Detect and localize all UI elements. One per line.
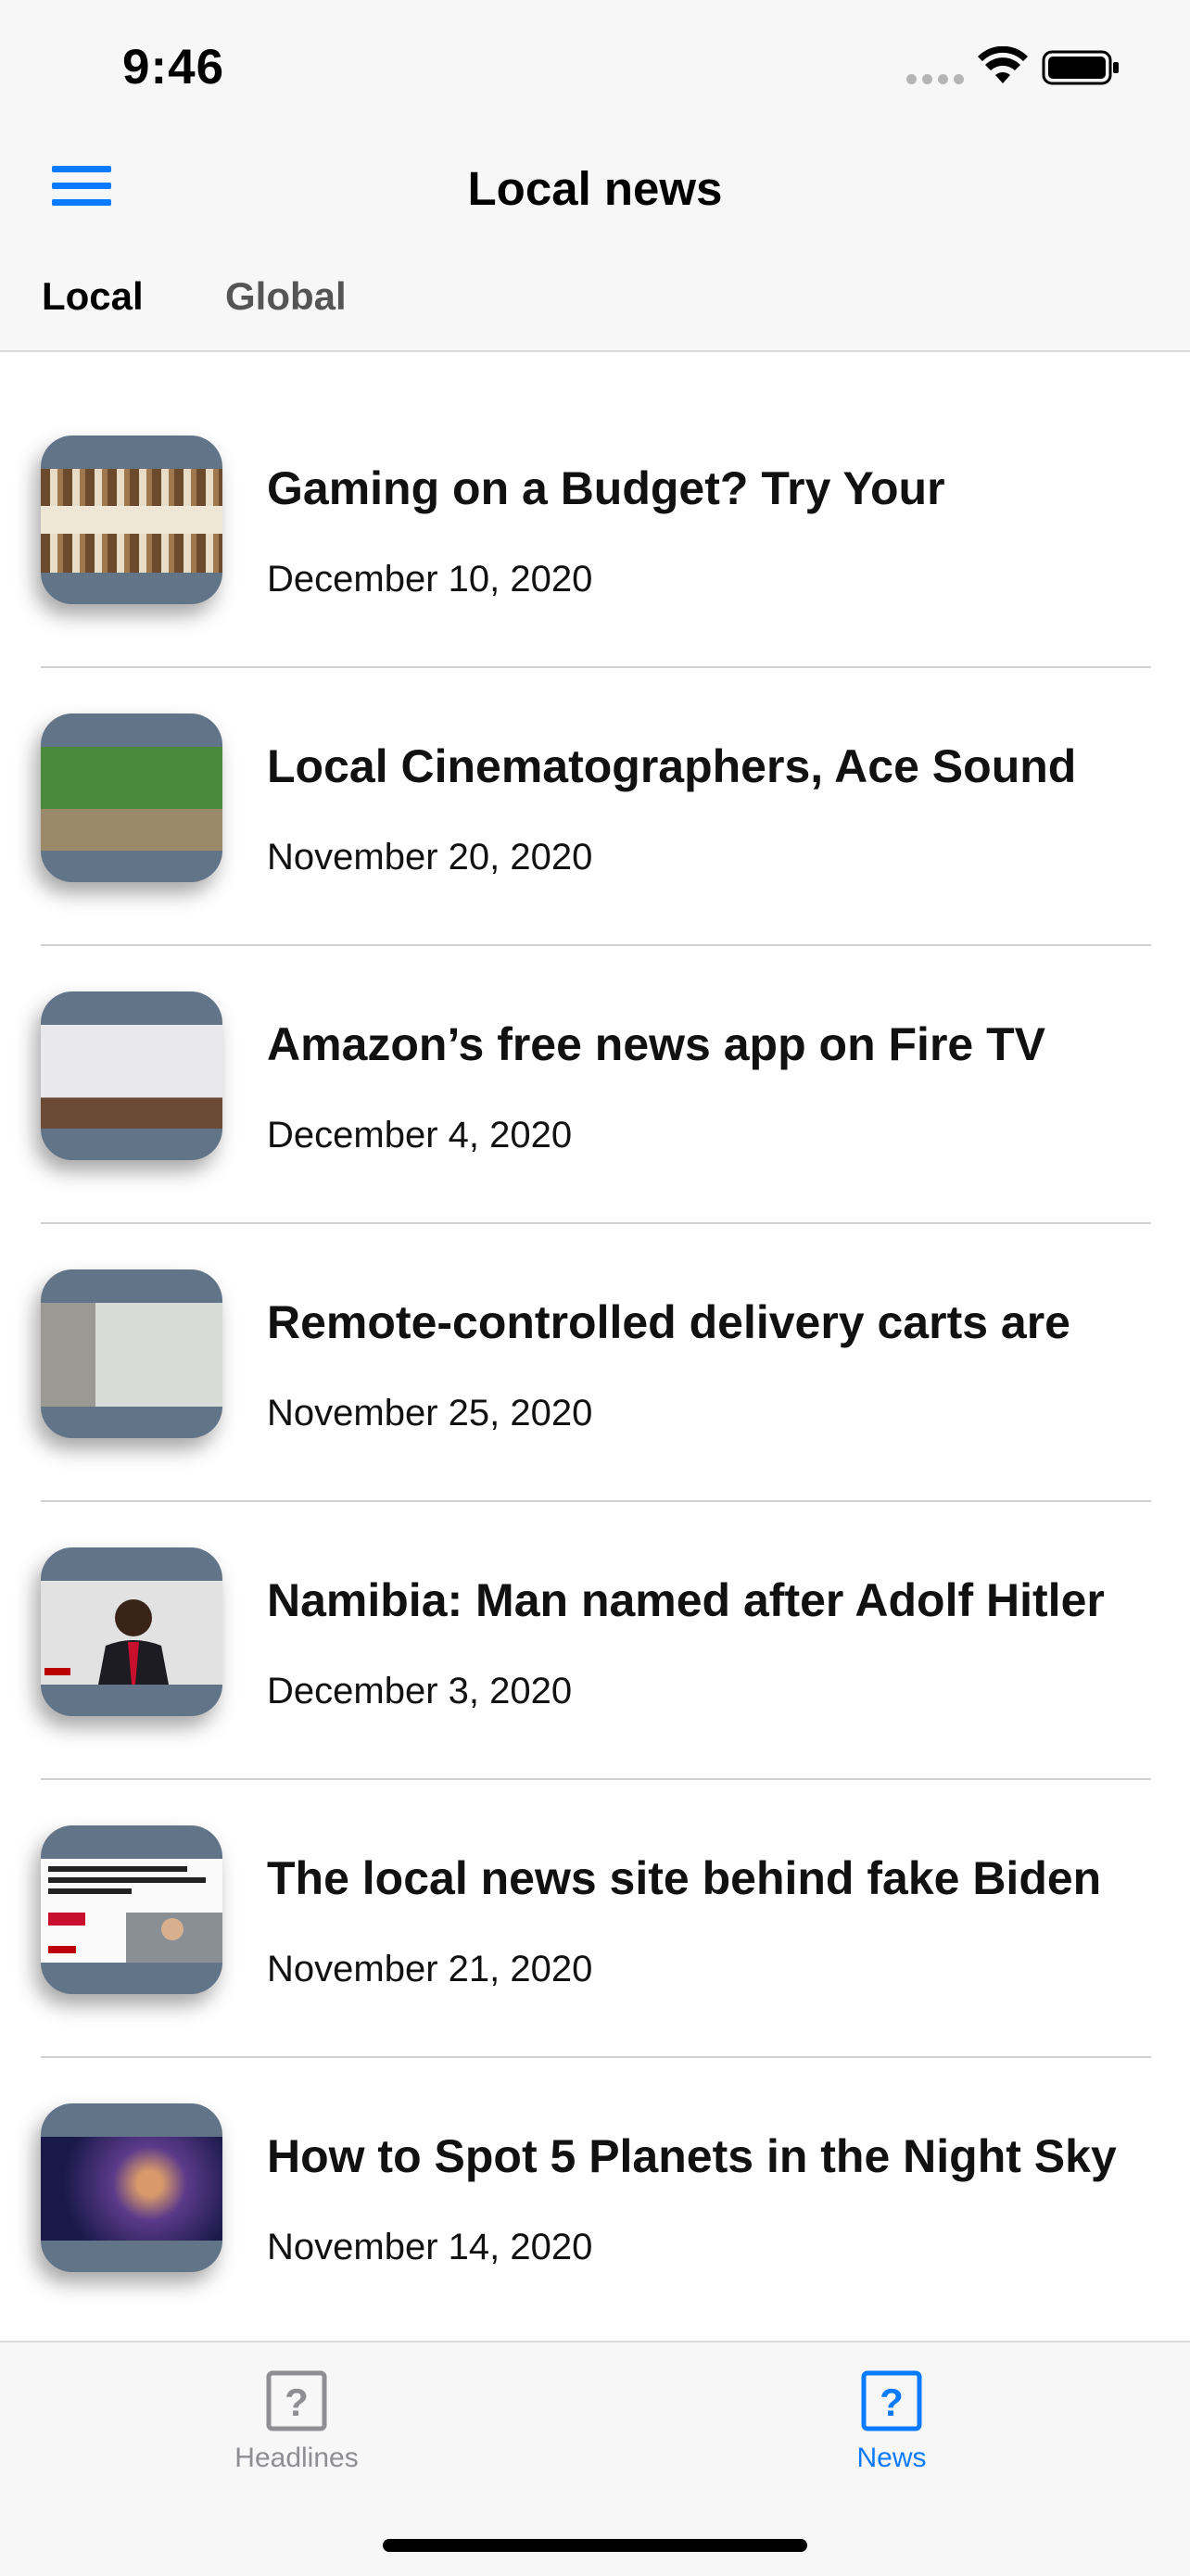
news-item[interactable]: Gaming on a Budget? Try Your December 10… [0,352,1190,630]
question-mark-square-icon: ? [861,2370,922,2431]
news-title: Amazon’s free news app on Fire TV [267,1018,1045,1070]
news-item[interactable]: How to Spot 5 Planets in the Night Sky N… [0,2020,1190,2298]
top-navigation-area: 9:46 Local news Local Global [0,0,1190,352]
news-thumbnail [41,2103,222,2272]
news-title: Namibia: Man named after Adolf Hitler [267,1574,1105,1626]
news-thumbnail [41,991,222,1160]
news-title: Local Cinematographers, Ace Sound [267,740,1077,792]
tabbar-label: News [856,2443,927,2473]
news-date: December 3, 2020 [267,1671,573,1711]
home-indicator [383,2539,807,2552]
tab-local[interactable]: Local [42,274,144,319]
news-date: December 4, 2020 [267,1115,573,1155]
news-date: November 25, 2020 [267,1393,593,1433]
news-title: Remote-controlled delivery carts are [267,1296,1070,1348]
news-date: December 10, 2020 [267,559,593,600]
tabbar-item-news[interactable]: ? News [790,2370,994,2474]
news-date: November 20, 2020 [267,837,593,878]
news-item[interactable]: Remote-controlled delivery carts are Nov… [0,1186,1190,1464]
news-title: Gaming on a Budget? Try Your [267,462,945,514]
wifi-icon [978,46,1028,83]
tabbar-item-headlines[interactable]: ? Headlines [195,2370,399,2474]
news-item[interactable]: Local Cinematographers, Ace Sound Novemb… [0,630,1190,908]
cellular-signal-icon [906,74,964,84]
news-date: November 14, 2020 [267,2227,593,2267]
news-thumbnail [41,713,222,882]
news-thumbnail [41,1547,222,1716]
svg-text:?: ? [880,2380,904,2424]
battery-icon [1042,50,1119,85]
news-title: The local news site behind fake Biden [267,1852,1102,1904]
news-title: How to Spot 5 Planets in the Night Sky [267,2130,1117,2182]
status-time: 9:46 [122,40,225,95]
news-thumbnail [41,1269,222,1438]
svg-text:?: ? [285,2380,309,2424]
tabbar-label: Headlines [234,2443,359,2473]
news-item[interactable]: Amazon’s free news app on Fire TV Decemb… [0,908,1190,1186]
news-item[interactable]: Namibia: Man named after Adolf Hitler De… [0,1464,1190,1742]
news-thumbnail [41,436,222,604]
page-title: Local news [467,162,723,215]
question-mark-square-icon: ? [266,2370,327,2431]
tab-global[interactable]: Global [225,274,347,319]
news-thumbnail [41,1825,222,1994]
news-item[interactable]: The local news site behind fake Biden No… [0,1742,1190,2020]
news-date: November 21, 2020 [267,1949,593,1989]
